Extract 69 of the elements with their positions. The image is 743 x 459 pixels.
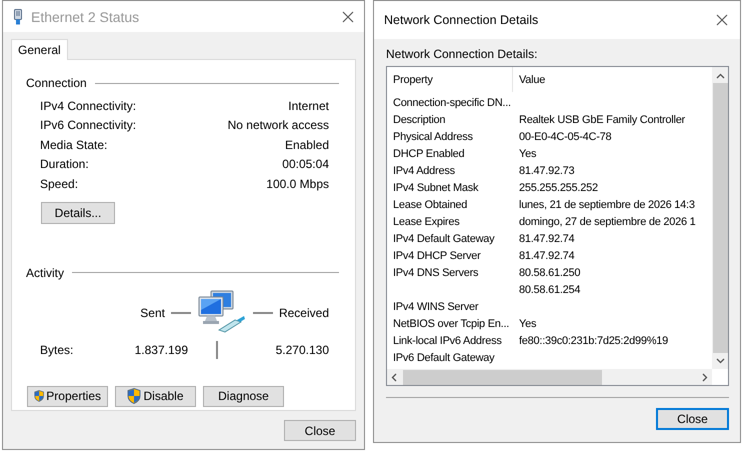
property-cell: IPv4 WINS Server (393, 300, 478, 312)
field-value: No network access (228, 118, 329, 132)
value-cell: lunes, 21 de septiembre de 2026 14:3 (519, 198, 695, 210)
scroll-left-icon[interactable] (391, 372, 397, 382)
scrollbar-thumb[interactable] (403, 370, 602, 384)
window-title: Ethernet 2 Status (31, 8, 140, 24)
details-button[interactable]: Details... (41, 202, 115, 224)
tab[interactable]: General (11, 39, 68, 60)
property-cell: DHCP Enabled (393, 148, 464, 160)
property-cell: IPv6 Default Gateway (393, 352, 494, 364)
network-computers-icon (196, 290, 247, 336)
property-cell: IPv4 Address (393, 164, 455, 176)
action-button[interactable]: Properties (27, 386, 108, 406)
list-caption: Network Connection Details: (386, 47, 538, 63)
field-label: Speed: (40, 176, 78, 191)
property-cell: Physical Address (393, 130, 473, 142)
property-cell: NetBIOS over Tcpip En... (393, 318, 510, 330)
close-icon[interactable] (342, 10, 354, 22)
horizontal-scrollbar[interactable] (387, 369, 712, 385)
property-cell: IPv4 DHCP Server (393, 250, 480, 262)
property-cell: IPv4 DNS Servers (393, 266, 478, 278)
field-label: Media State: (40, 138, 108, 152)
action-button[interactable]: Disable (115, 386, 196, 406)
column-header[interactable]: Property (387, 74, 433, 86)
action-button[interactable]: Diagnose (203, 386, 284, 406)
value-cell: domingo, 27 de septiembre de 2026 1 (519, 216, 696, 228)
scrollbar-thumb[interactable] (712, 83, 728, 353)
field-value: Enabled (284, 138, 329, 152)
bytes-label: Bytes: (40, 342, 74, 356)
field-label: Duration: (40, 157, 89, 172)
vertical-scrollbar[interactable] (712, 67, 728, 369)
value-cell: 255.255.255.252 (519, 182, 598, 194)
scroll-down-icon[interactable] (716, 358, 724, 364)
scroll-up-icon[interactable] (716, 73, 724, 79)
property-cell: Lease Obtained (393, 198, 468, 210)
received-label: Received (278, 306, 329, 320)
sent-bytes: 1.837.199 (134, 342, 188, 356)
field-label: IPv6 Connectivity: (40, 118, 136, 132)
property-cell: IPv4 Default Gateway (393, 232, 494, 244)
value-cell: 80.58.61.250 (519, 266, 580, 278)
value-cell: 81.47.92.74 (519, 232, 574, 244)
value-cell: fe80::39c0:231b:7d25:2d99%19 (519, 334, 668, 346)
value-cell: Yes (519, 148, 536, 160)
scroll-right-icon[interactable] (702, 372, 708, 382)
field-value: 00:05:04 (282, 157, 329, 172)
property-cell: Description (393, 114, 446, 126)
field-value: Internet (288, 98, 329, 113)
value-cell: 81.47.92.73 (519, 164, 574, 176)
column-header[interactable]: Value (513, 74, 546, 86)
close-icon[interactable] (716, 14, 728, 26)
value-cell: Yes (519, 318, 536, 330)
sent-label: Sent (140, 306, 165, 320)
property-cell: Connection-specific DN... (393, 96, 511, 108)
window-title: Network Connection Details (384, 13, 540, 27)
field-value: 100.0 Mbps (266, 176, 329, 191)
received-bytes: 5.270.130 (274, 342, 329, 356)
plug-icon (13, 8, 23, 24)
value-cell: 00-E0-4C-05-4C-78 (519, 130, 612, 142)
section-heading: Activity (26, 266, 64, 280)
section-heading: Connection (26, 76, 87, 90)
field-label: IPv4 Connectivity: (40, 98, 136, 113)
value-cell: Realtek USB GbE Family Controller (519, 114, 685, 126)
close-button[interactable]: Close (284, 420, 356, 441)
value-cell: 80.58.61.254 (519, 284, 580, 296)
value-cell: 81.47.92.74 (519, 250, 574, 262)
property-cell: IPv4 Subnet Mask (393, 182, 478, 194)
close-button[interactable]: Close (656, 408, 729, 430)
property-cell: Lease Expires (393, 216, 460, 228)
property-cell: Link-local IPv6 Address (393, 334, 502, 346)
